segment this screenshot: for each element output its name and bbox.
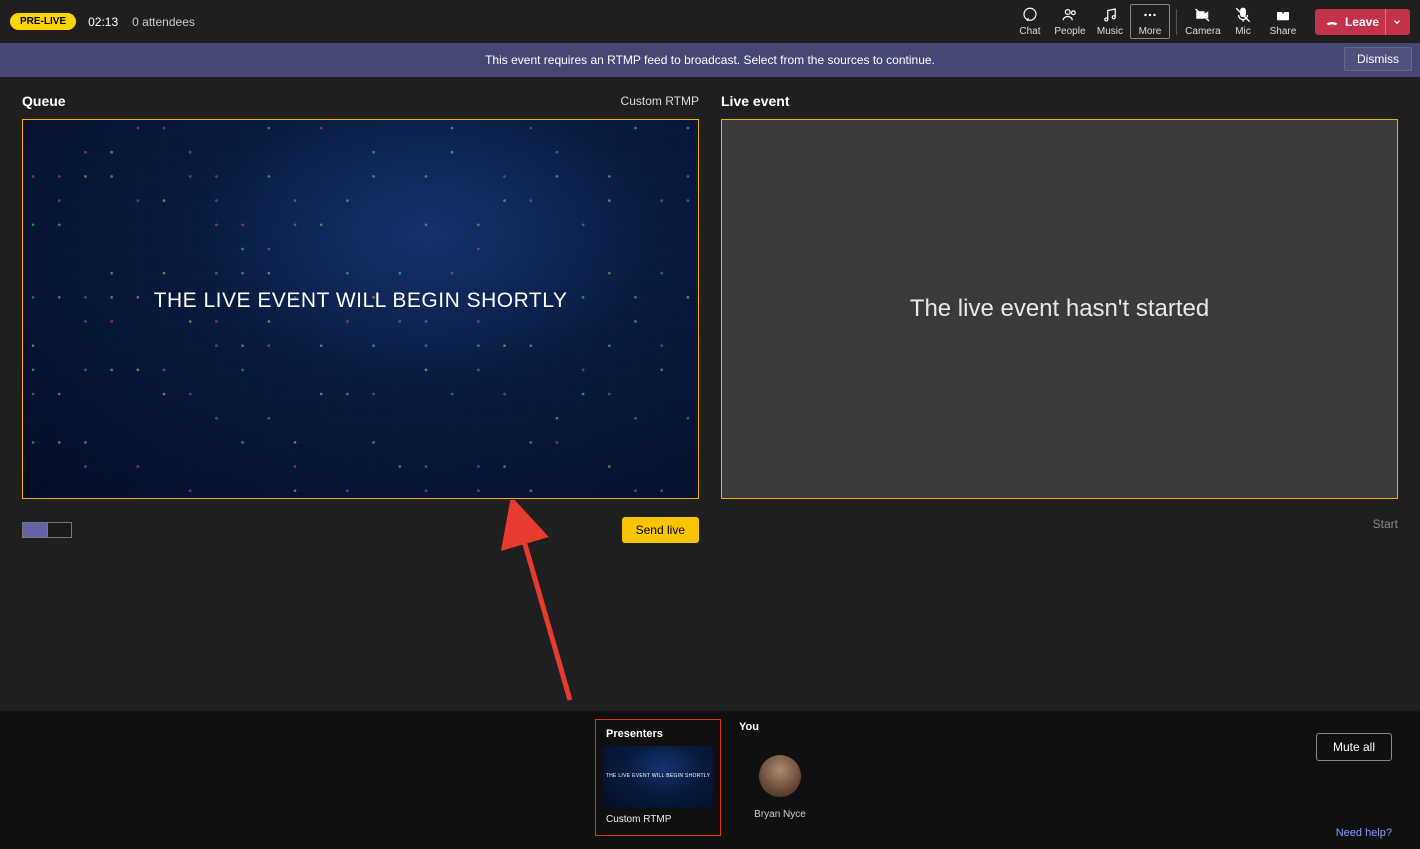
share-button[interactable]: Share: [1263, 4, 1303, 39]
live-column: Live event The live event hasn't started…: [721, 93, 1398, 543]
chat-icon: [1021, 6, 1039, 24]
separator: [1176, 9, 1177, 35]
queue-source-label: Custom RTMP: [621, 94, 699, 108]
ellipsis-icon: [1141, 6, 1159, 24]
need-help-link[interactable]: Need help?: [1336, 827, 1392, 839]
top-bar: PRE-LIVE 02:13 0 attendees Chat People M…: [0, 0, 1420, 43]
chat-button[interactable]: Chat: [1010, 4, 1050, 39]
banner-message: This event requires an RTMP feed to broa…: [485, 53, 935, 67]
start-button[interactable]: Start: [1373, 517, 1398, 531]
hangup-icon: [1325, 15, 1339, 29]
queue-overlay-text: THE LIVE EVENT WILL BEGIN SHORTLY: [23, 289, 698, 313]
people-icon: [1061, 6, 1079, 24]
presenters-card[interactable]: Presenters THE LIVE EVENT WILL BEGIN SHO…: [595, 719, 721, 836]
leave-button[interactable]: Leave: [1315, 9, 1410, 35]
camera-off-icon: [1194, 6, 1212, 24]
music-icon: [1101, 6, 1119, 24]
you-name: Bryan Nyce: [735, 809, 825, 820]
attendee-count: 0 attendees: [132, 15, 195, 29]
live-preview: The live event hasn't started: [721, 119, 1398, 499]
more-button[interactable]: More: [1130, 4, 1170, 39]
avatar: [759, 755, 801, 797]
queue-column: Queue Custom RTMP THE LIVE EVENT WILL BE…: [22, 93, 699, 543]
share-icon: [1274, 6, 1292, 24]
live-status-message: The live event hasn't started: [910, 295, 1209, 323]
elapsed-timer: 02:13: [88, 15, 118, 29]
send-live-button[interactable]: Send live: [622, 517, 699, 543]
chevron-down-icon[interactable]: [1385, 9, 1402, 35]
presenters-title: Presenters: [606, 728, 714, 740]
live-title: Live event: [721, 93, 789, 109]
mic-off-icon: [1234, 6, 1252, 24]
status-badge: PRE-LIVE: [10, 13, 76, 30]
mic-button[interactable]: Mic: [1223, 4, 1263, 39]
main-area: Queue Custom RTMP THE LIVE EVENT WILL BE…: [0, 77, 1420, 543]
rtmp-banner: This event requires an RTMP feed to broa…: [0, 43, 1420, 77]
you-card[interactable]: You Bryan Nyce: [735, 719, 825, 820]
dismiss-button[interactable]: Dismiss: [1344, 47, 1412, 71]
layout-toggle[interactable]: [22, 522, 72, 538]
presenter-thumbnail[interactable]: THE LIVE EVENT WILL BEGIN SHORTLY: [603, 746, 713, 808]
queue-preview[interactable]: THE LIVE EVENT WILL BEGIN SHORTLY: [22, 119, 699, 499]
queue-title: Queue: [22, 93, 66, 109]
people-button[interactable]: People: [1050, 4, 1090, 39]
topbar-actions: Chat People Music More Camera Mic Share: [1010, 4, 1410, 39]
mute-all-button[interactable]: Mute all: [1316, 733, 1392, 761]
music-button[interactable]: Music: [1090, 4, 1130, 39]
presenter-tray: Presenters THE LIVE EVENT WILL BEGIN SHO…: [0, 711, 1420, 849]
camera-button[interactable]: Camera: [1183, 4, 1223, 39]
presenter-source-label: Custom RTMP: [606, 814, 714, 825]
you-title: You: [739, 721, 825, 733]
